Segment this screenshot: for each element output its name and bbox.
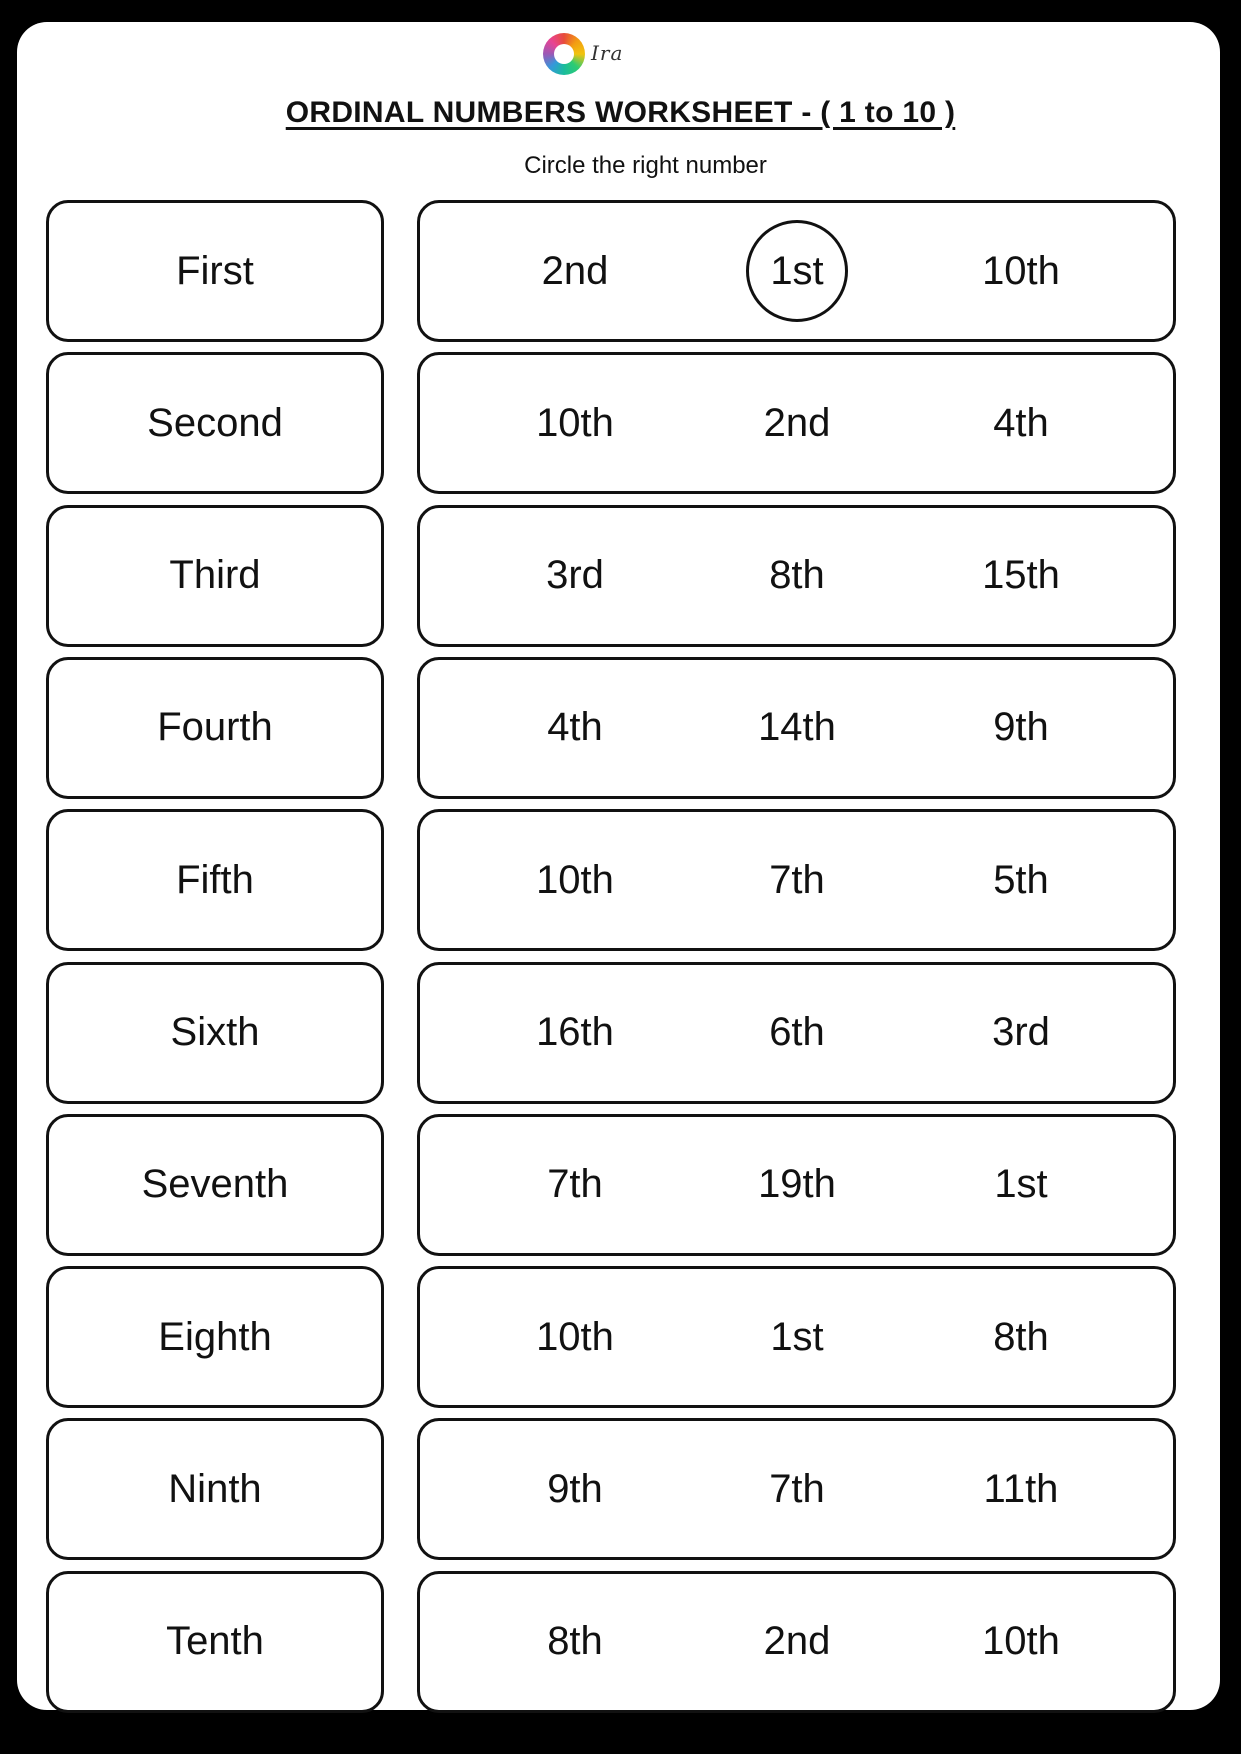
answer-option[interactable]: 2nd <box>717 1574 877 1710</box>
answer-option-text: 10th <box>536 1314 614 1359</box>
answer-option-text: 8th <box>547 1619 603 1664</box>
answer-option-text: 10th <box>982 248 1060 293</box>
answer-option-text: 4th <box>547 705 603 750</box>
ordinal-word-box: Second <box>46 352 384 495</box>
exercise-row: Eighth 10th 1st 8th <box>46 1266 1176 1409</box>
exercise-row: Ninth 9th 7th 11th <box>46 1418 1176 1561</box>
answer-options-box: 3rd 8th 15th <box>417 504 1176 647</box>
answer-option[interactable]: 10th <box>941 203 1101 339</box>
answer-option-text: 7th <box>769 1466 825 1511</box>
answer-option-text: 3rd <box>546 553 604 598</box>
answer-option[interactable]: 7th <box>495 1117 655 1253</box>
answer-option-text: 9th <box>547 1466 603 1511</box>
ordinal-word-box: Tenth <box>46 1570 384 1713</box>
answer-option-text: 10th <box>982 1619 1060 1664</box>
ordinal-word-box: First <box>46 200 384 342</box>
answer-option[interactable]: 8th <box>717 508 877 644</box>
answer-option-text: 7th <box>769 857 825 902</box>
answer-option[interactable]: 7th <box>717 812 877 948</box>
exercise-row: Sixth 16th 6th 3rd <box>46 961 1176 1104</box>
answer-option[interactable]: 8th <box>495 1574 655 1710</box>
answer-options-box: 7th 19th 1st <box>417 1113 1176 1256</box>
ordinal-word-box: Third <box>46 504 384 647</box>
ordinal-word-box: Sixth <box>46 961 384 1104</box>
exercise-row: Second 10th 2nd 4th <box>46 352 1176 495</box>
answer-option-text: 15th <box>982 553 1060 598</box>
exercise-row: Fifth 10th 7th 5th <box>46 809 1176 952</box>
answer-option-text: 16th <box>536 1010 614 1054</box>
exercise-row: Tenth 8th 2nd 10th <box>46 1570 1176 1713</box>
exercise-row: Fourth 4th 14th 9th <box>46 656 1176 799</box>
answer-option-text: 19th <box>758 1162 836 1207</box>
answer-options-box: 16th 6th 3rd <box>417 961 1176 1104</box>
answer-options-box: 10th 2nd 4th <box>417 352 1176 495</box>
answer-option[interactable]: 14th <box>717 660 877 796</box>
answer-option[interactable]: 5th <box>941 812 1101 948</box>
color-wheel-logo-icon <box>543 33 585 75</box>
answer-options-box: 10th 1st 8th <box>417 1266 1176 1409</box>
brand-logo: Ira <box>543 33 673 83</box>
answer-option[interactable]: 9th <box>495 1421 655 1557</box>
answer-option-text: 5th <box>993 857 1049 902</box>
answer-option-text: 3rd <box>992 1010 1050 1054</box>
answer-option[interactable]: 2nd <box>495 203 655 339</box>
answer-options-box: 2nd 1st 10th <box>417 200 1176 342</box>
answer-option[interactable]: 3rd <box>495 508 655 644</box>
answer-option[interactable]: 4th <box>941 355 1101 491</box>
answer-options-box: 10th 7th 5th <box>417 809 1176 952</box>
answer-options-box: 4th 14th 9th <box>417 656 1176 799</box>
answer-option-text: 14th <box>758 705 836 750</box>
worksheet-title: ORDINAL NUMBERS WORKSHEET - ( 1 to 10 ) <box>0 96 1241 130</box>
instruction-text: Circle the right number <box>524 152 767 179</box>
answer-option-text: 6th <box>769 1010 825 1054</box>
answer-option[interactable]: 2nd <box>717 355 877 491</box>
answer-option-text: 2nd <box>763 1619 831 1664</box>
answer-option-text: 4th <box>993 400 1049 445</box>
answer-option[interactable]: 4th <box>495 660 655 796</box>
answer-options-box: 9th 7th 11th <box>417 1418 1176 1561</box>
ordinal-word-box: Eighth <box>46 1266 384 1409</box>
ordinal-word-box: Fifth <box>46 809 384 952</box>
answer-option-text: 1st <box>746 220 848 322</box>
answer-option-text: 8th <box>993 1314 1049 1359</box>
answer-option[interactable]: 15th <box>941 508 1101 644</box>
exercise-row: Third 3rd 8th 15th <box>46 504 1176 647</box>
answer-option[interactable]: 9th <box>941 660 1101 796</box>
answer-option-text: 1st <box>770 1314 824 1359</box>
answer-option-text: 8th <box>769 553 825 598</box>
answer-option-circled[interactable]: 1st <box>717 203 877 339</box>
answer-option[interactable]: 1st <box>717 1269 877 1405</box>
ordinal-word-box: Fourth <box>46 656 384 799</box>
answer-option-text: 9th <box>993 705 1049 750</box>
answer-option-text: 1st <box>994 1162 1048 1207</box>
answer-option-text: 11th <box>983 1466 1059 1511</box>
answer-option[interactable]: 10th <box>495 355 655 491</box>
answer-option[interactable]: 10th <box>495 812 655 948</box>
answer-options-box: 8th 2nd 10th <box>417 1570 1176 1713</box>
answer-option-text: 10th <box>536 400 614 445</box>
exercise-row: First 2nd 1st 10th <box>46 200 1176 342</box>
answer-option-text: 10th <box>536 857 614 902</box>
answer-option[interactable]: 10th <box>941 1574 1101 1710</box>
ordinal-word-box: Seventh <box>46 1113 384 1256</box>
answer-option-text: 2nd <box>763 400 831 445</box>
answer-option[interactable]: 8th <box>941 1269 1101 1405</box>
answer-option[interactable]: 19th <box>717 1117 877 1253</box>
answer-option[interactable]: 7th <box>717 1421 877 1557</box>
exercise-row: Seventh 7th 19th 1st <box>46 1113 1176 1256</box>
answer-option[interactable]: 6th <box>717 965 877 1101</box>
answer-option[interactable]: 1st <box>941 1117 1101 1253</box>
worksheet-title-text: ORDINAL NUMBERS WORKSHEET - ( 1 to 10 ) <box>285 96 956 129</box>
answer-option[interactable]: 11th <box>941 1421 1101 1557</box>
answer-option[interactable]: 3rd <box>941 965 1101 1101</box>
logo-text: Ira <box>591 41 624 65</box>
ordinal-word-box: Ninth <box>46 1418 384 1561</box>
answer-option[interactable]: 10th <box>495 1269 655 1405</box>
answer-option[interactable]: 16th <box>495 965 655 1101</box>
answer-option-text: 2nd <box>541 248 609 293</box>
answer-option-text: 7th <box>547 1162 603 1207</box>
